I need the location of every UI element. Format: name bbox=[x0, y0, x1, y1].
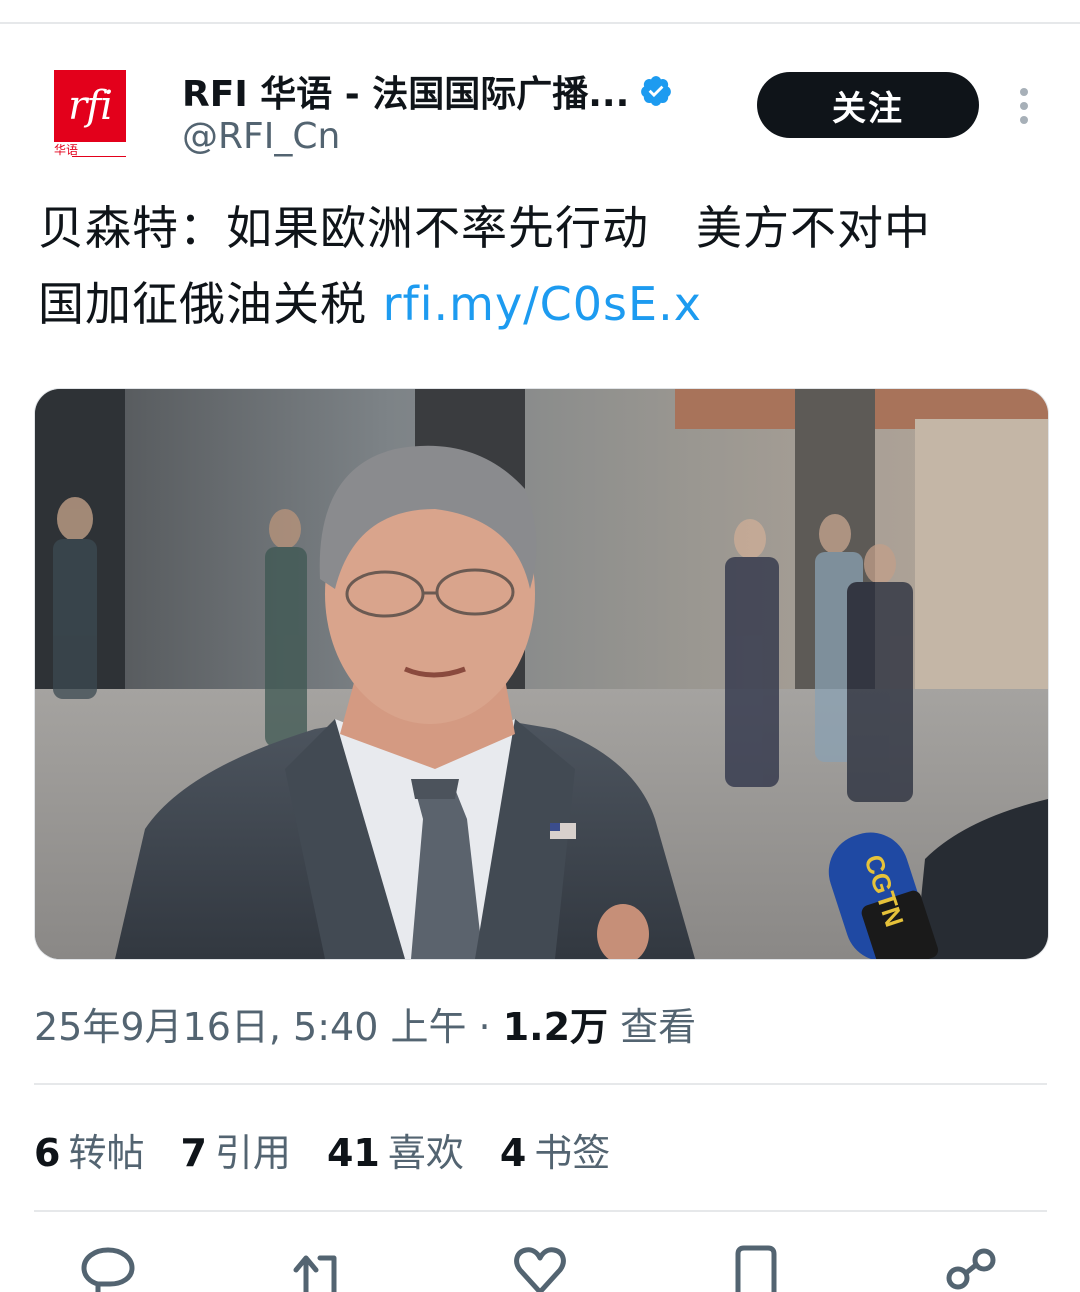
retweets-stat[interactable]: 6 转帖 bbox=[34, 1122, 144, 1177]
tweet-text: 贝森特：如果欧洲不率先行动 美方不对中 国加征俄油关税 rfi.my/C0sE.… bbox=[38, 190, 1048, 342]
tweet-text-line1: 贝森特：如果欧洲不率先行动 美方不对中 bbox=[38, 201, 931, 255]
tweet-timestamp[interactable]: 25年9月16日, 5:40 上午 · bbox=[34, 1005, 503, 1049]
like-icon[interactable] bbox=[512, 1244, 568, 1292]
stat-label: 喜欢 bbox=[387, 1131, 464, 1175]
views-label: 查看 bbox=[608, 1005, 697, 1049]
display-name[interactable]: RFI 华语 - 法国国际广播... bbox=[182, 65, 629, 117]
reply-icon[interactable] bbox=[80, 1244, 136, 1292]
views-count: 1.2万 bbox=[502, 1005, 609, 1049]
logo-underline bbox=[72, 156, 126, 157]
tweet-link[interactable]: rfi.my/C0sE.x bbox=[383, 277, 702, 331]
engagement-stats: 6 转帖 7 引用 41 喜欢 4 书签 bbox=[34, 1122, 646, 1177]
rfi-logo: rfi bbox=[54, 70, 126, 142]
bookmarks-stat[interactable]: 4 书签 bbox=[500, 1122, 610, 1177]
tweet-meta: 25年9月16日, 5:40 上午 · 1.2万 查看 bbox=[34, 996, 696, 1051]
author-name-row[interactable]: RFI 华语 - 法国国际广播... bbox=[182, 66, 673, 116]
follow-button[interactable]: 关注 bbox=[757, 72, 979, 138]
likes-stat[interactable]: 41 喜欢 bbox=[327, 1122, 464, 1177]
stat-label: 引用 bbox=[214, 1131, 291, 1175]
tweet-text-line2: 国加征俄油关税 bbox=[38, 277, 383, 331]
retweet-icon[interactable] bbox=[292, 1244, 348, 1292]
meta-divider bbox=[34, 1083, 1047, 1085]
stat-count: 4 bbox=[499, 1131, 527, 1175]
photo-man-speaking-microphone bbox=[35, 389, 1048, 959]
stats-divider bbox=[34, 1210, 1047, 1212]
stat-label: 书签 bbox=[534, 1131, 611, 1175]
quotes-stat[interactable]: 7 引用 bbox=[180, 1122, 290, 1177]
author-handle[interactable]: @RFI_Cn bbox=[182, 116, 340, 157]
top-divider bbox=[0, 22, 1080, 24]
bookmark-icon[interactable] bbox=[728, 1244, 784, 1292]
more-vertical-icon[interactable] bbox=[1008, 84, 1040, 128]
stat-label: 转帖 bbox=[68, 1131, 145, 1175]
action-bar bbox=[0, 1244, 1080, 1292]
verified-badge-icon bbox=[641, 76, 672, 106]
stat-count: 7 bbox=[180, 1131, 207, 1175]
stat-count: 6 bbox=[34, 1131, 61, 1175]
logo-text: rfi bbox=[68, 83, 113, 129]
tweet-photo[interactable]: CGTN bbox=[34, 388, 1049, 960]
share-icon[interactable] bbox=[944, 1244, 1000, 1292]
avatar[interactable]: rfi 华语 bbox=[50, 70, 126, 158]
stat-count: 41 bbox=[326, 1131, 380, 1175]
